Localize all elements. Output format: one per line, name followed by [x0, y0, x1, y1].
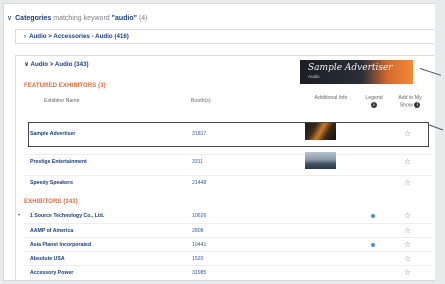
- subcategory-accessories-audio[interactable]: › Audio > Accessories - Audio (416): [15, 29, 434, 44]
- exhibitor-name-link[interactable]: AAMP of America: [30, 224, 73, 238]
- chevron-right-icon: ›: [24, 33, 27, 40]
- exhibitor-row[interactable]: • 1 Source Technology Co., Ltd. 10626 ☆: [18, 209, 432, 223]
- star-icon[interactable]: ☆: [404, 155, 411, 169]
- star-icon[interactable]: ☆: [404, 209, 411, 223]
- column-booths[interactable]: Booth(s): [191, 98, 211, 105]
- exhibitor-row[interactable]: Absolute USA 1520 ☆: [24, 251, 432, 266]
- category-header-prefix: Categories: [15, 15, 52, 22]
- search-results-panel: ∨ Categories matching keyword "audio" (4) …: [3, 3, 435, 281]
- featured-exhibitors-title: FEATURED EXHIBITORS (3): [24, 83, 106, 89]
- category-header-count: (4): [138, 15, 148, 22]
- featured-row[interactable]: Prestige Entertainment 3311 ☆: [24, 154, 432, 169]
- legend-dot-icon: [371, 214, 375, 218]
- highlight-box: [28, 122, 429, 147]
- legend-label: Legend: [365, 95, 383, 101]
- star-icon[interactable]: ☆: [404, 266, 411, 280]
- exhibitors-title: EXHIBITORS (343): [24, 199, 78, 205]
- booth-number-link[interactable]: 31985: [192, 266, 206, 280]
- subcategory-label: Audio > Accessories - Audio (416): [29, 33, 129, 40]
- sample-advertiser-banner[interactable]: Sample Advertiser Audio: [300, 60, 413, 84]
- category-header[interactable]: ∨ Categories matching keyword "audio" (4): [7, 14, 148, 22]
- category-header-keyword: "audio": [111, 15, 137, 22]
- exhibitor-name-link[interactable]: Absolute USA: [30, 252, 65, 266]
- star-icon[interactable]: ☆: [404, 238, 411, 252]
- star-icon[interactable]: ☆: [404, 252, 411, 266]
- info-icon[interactable]: i: [414, 101, 421, 108]
- column-legend: Legend i: [362, 95, 386, 108]
- exhibitor-name-link[interactable]: Asia Planet Incorporated: [30, 238, 91, 252]
- booth-number-link[interactable]: 10441: [192, 238, 206, 252]
- exhibitor-row[interactable]: Asia Planet Incorporated 10441 ☆: [24, 237, 432, 252]
- exhibitor-row[interactable]: Accessory Power 31985 ☆: [24, 265, 432, 280]
- banner-tagline: Audio: [308, 74, 320, 79]
- column-add-to-my-show: Add to My Show i: [393, 95, 427, 108]
- landscape-thumbnail[interactable]: [305, 152, 336, 169]
- exhibitor-row[interactable]: AAMP of America 2808 ☆: [24, 223, 432, 238]
- info-icon[interactable]: i: [371, 101, 377, 108]
- chevron-down-icon: ∨: [7, 15, 13, 22]
- bullet-icon: •: [18, 213, 21, 219]
- booth-number-link[interactable]: 1520: [192, 252, 204, 266]
- column-additional-info: Additional Info: [314, 95, 348, 101]
- booth-number-link[interactable]: 3311: [192, 155, 203, 169]
- exhibitor-name-link[interactable]: Prestige Entertainment: [30, 155, 87, 169]
- exhibitor-name-link[interactable]: Accessory Power: [30, 266, 73, 280]
- exhibitor-name-link[interactable]: 1 Source Technology Co., Ltd.: [30, 209, 104, 223]
- category-header-matching: matching keyword: [51, 15, 112, 22]
- subcategory-label: Audio > Audio (343): [30, 61, 89, 68]
- booth-number-link[interactable]: 21448: [192, 176, 206, 190]
- exhibitor-name-link[interactable]: Speedy Speakers: [30, 176, 73, 190]
- subcategory-audio-title[interactable]: ∨ Audio > Audio (343): [24, 61, 89, 68]
- booth-number-link[interactable]: 10626: [192, 209, 206, 223]
- featured-row[interactable]: Speedy Speakers 21448 ☆: [24, 175, 432, 190]
- column-exhibitor-name[interactable]: Exhibitor Name: [44, 98, 79, 105]
- booth-number-link[interactable]: 2808: [192, 224, 204, 238]
- banner-title: Sample Advertiser: [308, 63, 393, 73]
- star-icon[interactable]: ☆: [404, 176, 411, 190]
- star-icon[interactable]: ☆: [404, 224, 411, 238]
- chevron-down-icon: ∨: [24, 61, 30, 68]
- legend-dot-icon: [371, 243, 375, 247]
